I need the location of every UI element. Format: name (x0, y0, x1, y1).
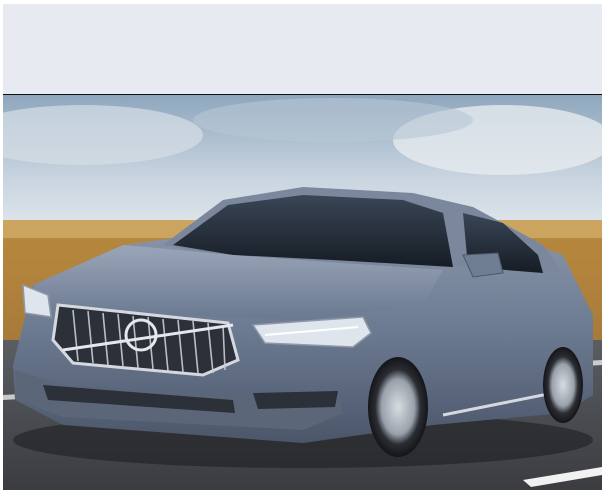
rear-wheel (543, 347, 583, 423)
front-wheel (368, 357, 428, 457)
car-photo-illustration (3, 95, 602, 490)
hero-photo (3, 95, 602, 490)
header-banner (3, 4, 602, 94)
